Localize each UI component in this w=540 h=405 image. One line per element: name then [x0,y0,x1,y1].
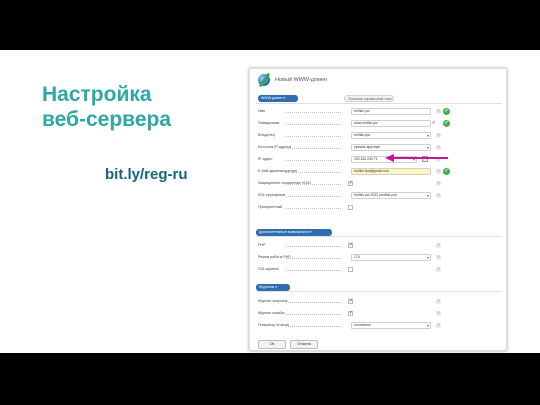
form-row: Генератор отчетов отключено? [256,321,502,330]
help-icon[interactable]: ? [436,255,441,260]
select-field[interactable]: erofkin.pw-2023 (erofkin.pw) [351,192,431,199]
slide-title: Настройка веб-сервера [42,82,171,132]
form-row: Имя erofkin.pw? ✓ [256,107,502,116]
pointer-arrow [385,154,448,162]
text-field[interactable]: www.erofkin.pw [351,120,431,127]
form-row: Журнал запросов? [256,297,502,306]
text-field[interactable]: erofkin.pw [351,108,431,115]
leader-dots [286,124,341,125]
tab-www-domain[interactable]: WWW-домен ▾ [258,95,298,102]
leader-dots [286,270,341,271]
form-row: Защищенное соединение (SSL)? [256,179,502,188]
checkbox[interactable] [348,205,353,210]
leader-dots [286,314,341,315]
field-label: Имя [258,109,265,113]
help-icon[interactable]: ? [436,133,441,138]
checkbox[interactable] [348,267,353,272]
field-label: Приоритетный [258,205,283,209]
window-header: Новый WWW-домен [250,69,506,91]
form-row: Режим работы PHPCGI? [256,253,502,262]
form-row: IP-адрес192.162.240.71? [256,155,502,164]
field-label: Владелец [258,133,275,137]
section-additional[interactable]: Дополнительные возможности ▾ [256,229,332,236]
help-icon[interactable]: ? [436,299,441,304]
field-label: CGI-скрипты [258,267,280,271]
help-icon[interactable]: ? [436,193,441,198]
slide: Настройка веб-сервера bit.ly/reg-ru Новы… [0,50,540,353]
leader-dots [286,258,341,259]
help-icon[interactable]: ? [436,181,441,186]
select-field[interactable]: указать вручную [351,144,431,151]
help-icon[interactable]: ? [436,311,441,316]
checkbox[interactable] [348,242,353,248]
form-row: E-Mail администратора erofkin.fpa@gmail.c… [256,167,502,176]
section-logs[interactable]: Журналы ▾ [256,284,290,291]
leader-dots [286,160,341,161]
checkbox[interactable] [348,180,353,186]
leader-dots [286,148,341,149]
search-icon[interactable]: ⌕ [432,120,435,127]
ok-button[interactable]: Ok [258,340,286,349]
field-label: Псевдонимы [258,121,280,125]
form-row: Владелец erofkin-fpa? [256,131,502,140]
window-title: Новый WWW-домен [275,77,327,83]
slide-title-line-1: Настройка [42,83,152,106]
leader-dots [286,208,341,209]
field-label: SSL-сертификат [258,193,286,197]
help-icon[interactable]: ? [436,243,441,248]
form-row: CGI-скрипты? [256,265,502,274]
leader-dots [286,184,341,185]
divider [256,103,502,104]
globe-icon [258,74,270,86]
tab-show-help[interactable]: Показать справочный текст [344,95,394,102]
embedded-screenshot: Новый WWW-домен WWW-домен ▾ Показать спр… [249,68,507,351]
leader-dots [286,246,341,247]
help-icon[interactable]: ? [436,145,441,150]
text-field[interactable]: erofkin.fpa@gmail.com [351,168,431,175]
leader-dots [286,172,341,173]
help-icon[interactable]: ? [436,323,441,328]
leader-dots [286,196,341,197]
field-label: Журнал запросов [258,299,288,303]
cancel-button[interactable]: Отмена [290,340,318,349]
field-label: Журнал ошибок [258,311,285,315]
field-label: IP-адрес [258,157,273,161]
leader-dots [286,136,341,137]
select-field[interactable]: отключено [351,322,431,329]
form-row: PHP? [256,241,502,250]
help-icon[interactable]: ? [436,267,441,272]
checkbox[interactable] [348,310,353,316]
select-field[interactable]: CGI [351,254,431,261]
form-row: Источник IP-адресауказать вручную? [256,143,502,152]
form-row: Приоритетный [256,203,502,212]
form-row: SSL-сертификат erofkin.pw-2023 (erofkin.p… [256,191,502,200]
field-label: Генератор отчетов [258,323,290,327]
checkbox[interactable] [348,298,353,304]
check-ok-icon: ✓ [443,168,450,175]
divider [256,291,502,292]
divider [256,236,502,237]
slide-link[interactable]: bit.ly/reg-ru [105,166,188,183]
form-row: Псевдонимы www.erofkin.pw ⌕ ✓ [256,119,502,128]
check-ok-icon: ✓ [443,120,450,127]
leader-dots [286,112,341,113]
help-icon[interactable]: ? [436,109,441,114]
leader-dots [286,326,341,327]
slide-title-line-2: веб-сервера [42,108,172,131]
check-ok-icon: ✓ [443,108,450,115]
form-row: Журнал ошибок? [256,309,502,318]
select-field[interactable]: erofkin-fpa [351,132,431,139]
leader-dots [286,302,341,303]
help-icon[interactable]: ? [436,169,441,174]
field-label: PHP [258,243,266,247]
